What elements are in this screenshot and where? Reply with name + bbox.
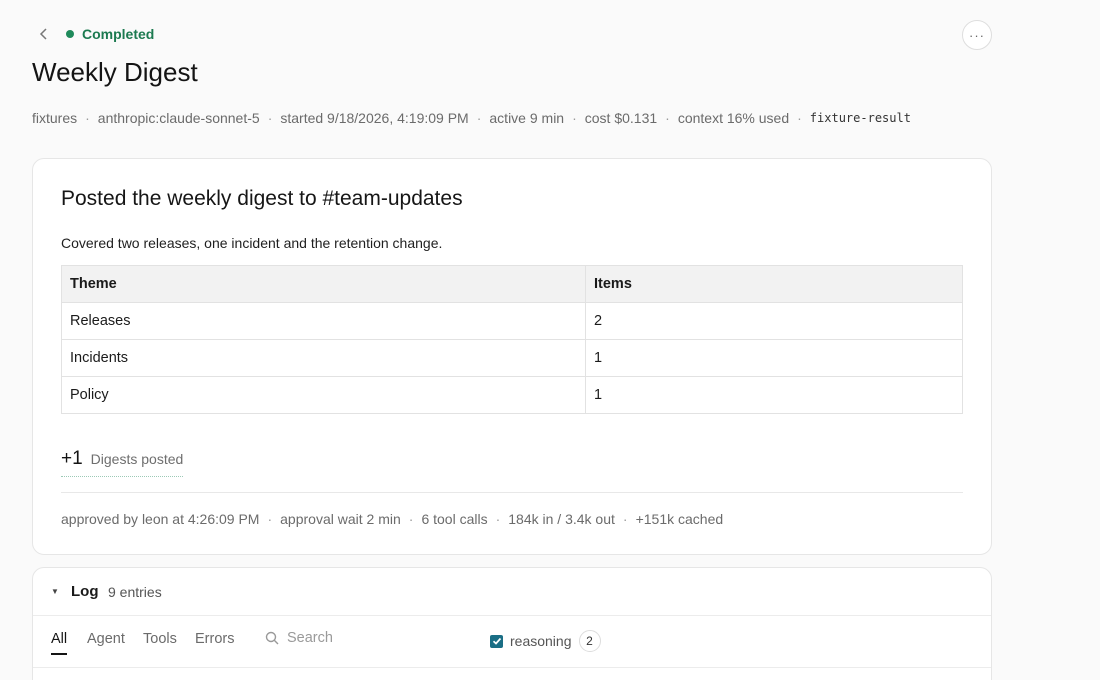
stat-value: +1 [61,448,83,469]
table-cell: Policy [61,376,586,414]
table-header-row: Theme Items [61,265,963,303]
approval-wait: approval wait 2 min [280,511,401,527]
cached-tokens: +151k cached [635,511,724,527]
result-card: Posted the weekly digest to #team-update… [32,158,992,555]
log-entry-count: 9 entries [108,584,162,600]
search-icon [265,631,279,645]
separator: · [665,110,670,126]
table-cell: Releases [61,302,586,340]
status-indicator: Completed [66,26,154,42]
log-filter-bar: All Agent Tools Errors reasoning 2 [33,616,991,668]
run-metadata: fixtures · anthropic:claude-sonnet-5 · s… [32,110,911,126]
reasoning-checkbox[interactable] [490,634,503,648]
meta-tag: fixture-result [809,111,911,125]
column-header-items: Items [585,265,963,303]
divider [61,492,963,493]
table-cell: 1 [585,376,963,414]
log-title: Log [71,583,99,600]
top-bar: Completed ··· [32,20,992,50]
meta-cost: cost $0.131 [584,110,658,126]
back-button[interactable] [34,24,54,44]
tab-errors[interactable]: Errors [195,631,234,653]
check-icon [492,637,501,645]
meta-context: context 16% used [677,110,790,126]
table-cell: 2 [585,302,963,340]
search-input[interactable] [287,630,467,646]
stat-label: Digests posted [90,451,184,467]
digests-posted-stat[interactable]: +1 Digests posted [61,448,184,477]
table-cell: Incidents [61,339,586,377]
status-label: Completed [82,26,155,42]
reasoning-count-badge: 2 [578,630,601,652]
separator: · [267,110,273,126]
log-search[interactable] [265,630,467,646]
tab-tools[interactable]: Tools [143,631,177,653]
table-cell: 1 [585,339,963,377]
caret-down-icon[interactable]: ▼ [51,587,59,596]
separator: · [622,511,628,527]
tool-calls: 6 tool calls [421,511,488,527]
reasoning-label: reasoning [510,633,572,649]
status-dot-icon [66,30,74,38]
result-title: Posted the weekly digest to #team-update… [61,187,463,210]
separator: · [495,511,501,527]
column-header-theme: Theme [61,265,586,303]
tab-agent[interactable]: Agent [87,631,125,653]
more-options-button[interactable]: ··· [962,20,992,50]
page-title: Weekly Digest [32,57,198,87]
separator: · [572,110,577,126]
approved-by: approved by leon at 4:26:09 PM [61,511,260,527]
separator: · [476,110,482,126]
table-row: Policy 1 [61,376,963,414]
meta-model: anthropic:claude-sonnet-5 [97,110,260,126]
meta-started: started 9/18/2026, 4:19:09 PM [280,110,469,126]
more-horizontal-icon: ··· [969,27,985,43]
separator: · [408,511,414,527]
result-footer-metadata: approved by leon at 4:26:09 PM · approva… [61,511,723,527]
reasoning-filter: reasoning 2 [490,630,601,652]
log-header[interactable]: ▼ Log 9 entries [33,568,991,616]
log-panel: ▼ Log 9 entries All Agent Tools Errors r… [32,567,992,680]
chevron-left-icon [39,28,47,40]
separator: · [85,110,90,126]
separator: · [267,511,273,527]
tab-all[interactable]: All [51,631,68,655]
meta-project: fixtures [32,110,78,126]
meta-active: active 9 min [489,110,565,126]
summary-table: Theme Items Releases 2 Incidents 1 Polic… [61,265,963,414]
token-usage: 184k in / 3.4k out [508,511,615,527]
table-row: Releases 2 [61,302,963,340]
table-row: Incidents 1 [61,339,963,377]
result-description: Covered two releases, one incident and t… [61,235,443,251]
separator: · [797,110,802,126]
